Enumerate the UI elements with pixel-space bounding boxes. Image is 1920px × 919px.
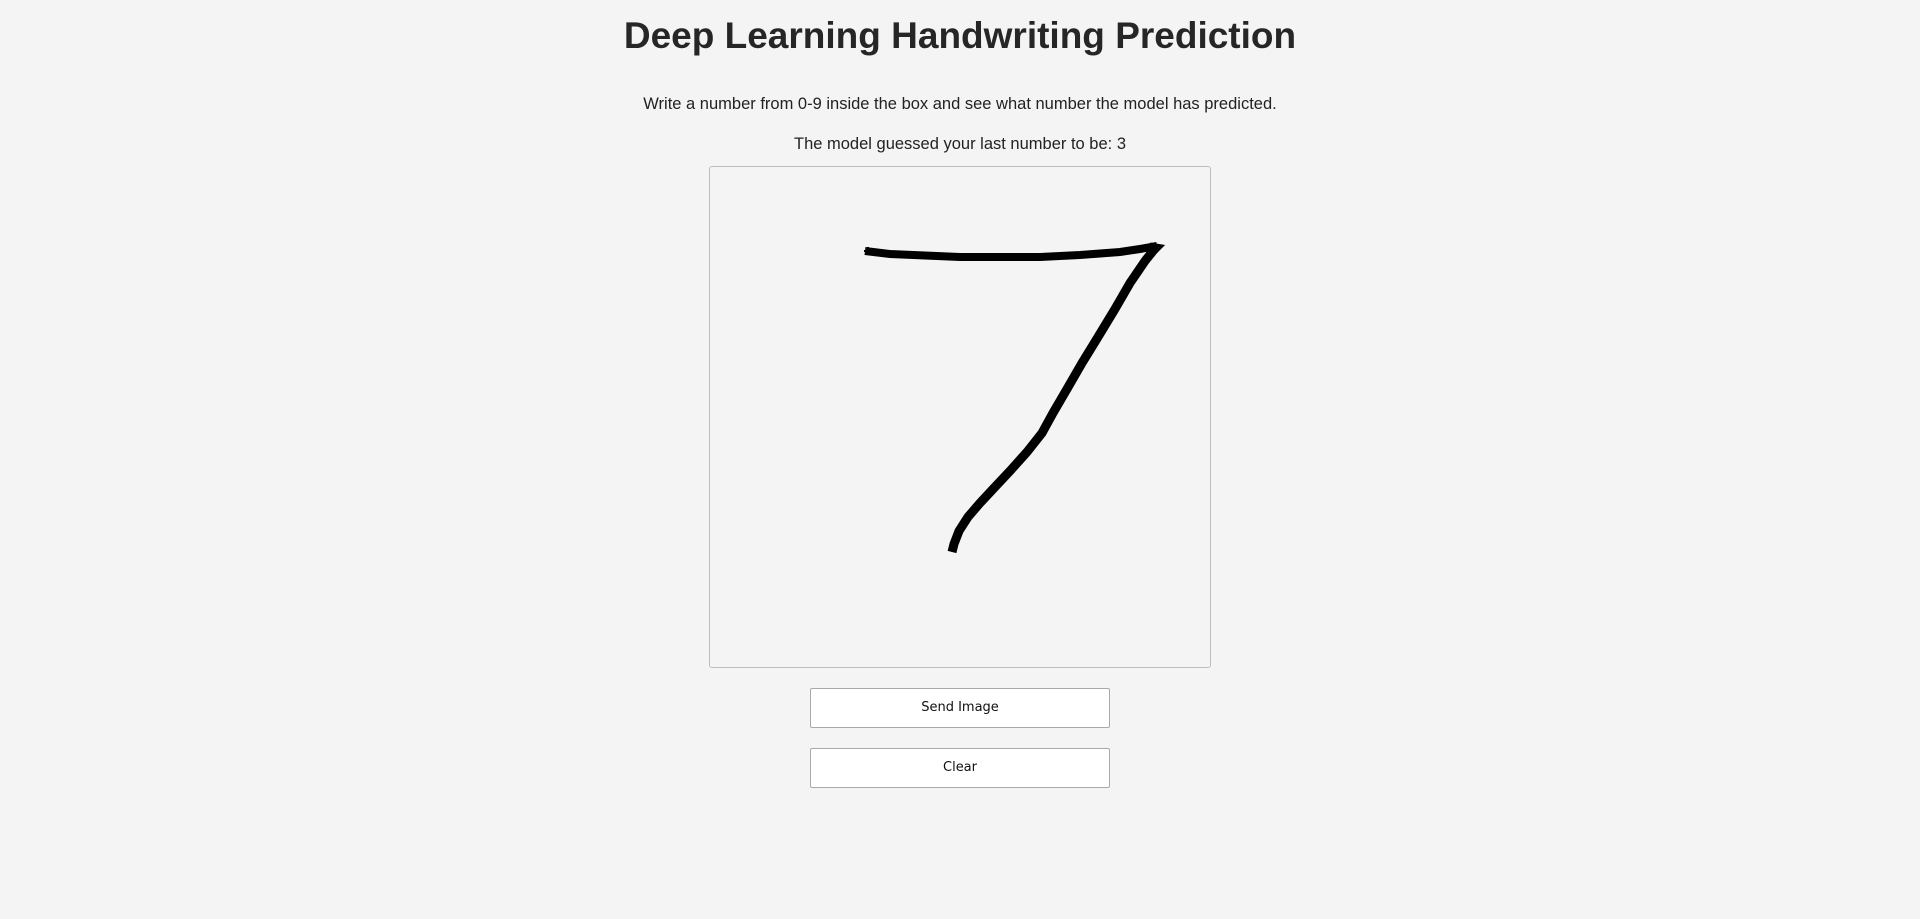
page: Deep Learning Handwriting Prediction Wri…	[0, 0, 1920, 919]
drawing-surface	[864, 242, 1166, 554]
stroke-diagonal	[947, 243, 1161, 554]
handwritten-digit-strokes	[864, 242, 1166, 554]
page-title: Deep Learning Handwriting Prediction	[623, 15, 1297, 56]
prediction-text: The model guessed your last number to be…	[793, 135, 1127, 153]
drawing-canvas[interactable]	[709, 166, 1211, 668]
send-image-button[interactable]: Send Image	[810, 688, 1110, 728]
instructions-text: Write a number from 0-9 inside the box a…	[643, 95, 1277, 113]
clear-button[interactable]: Clear	[810, 748, 1110, 788]
stroke-top	[864, 242, 1158, 261]
